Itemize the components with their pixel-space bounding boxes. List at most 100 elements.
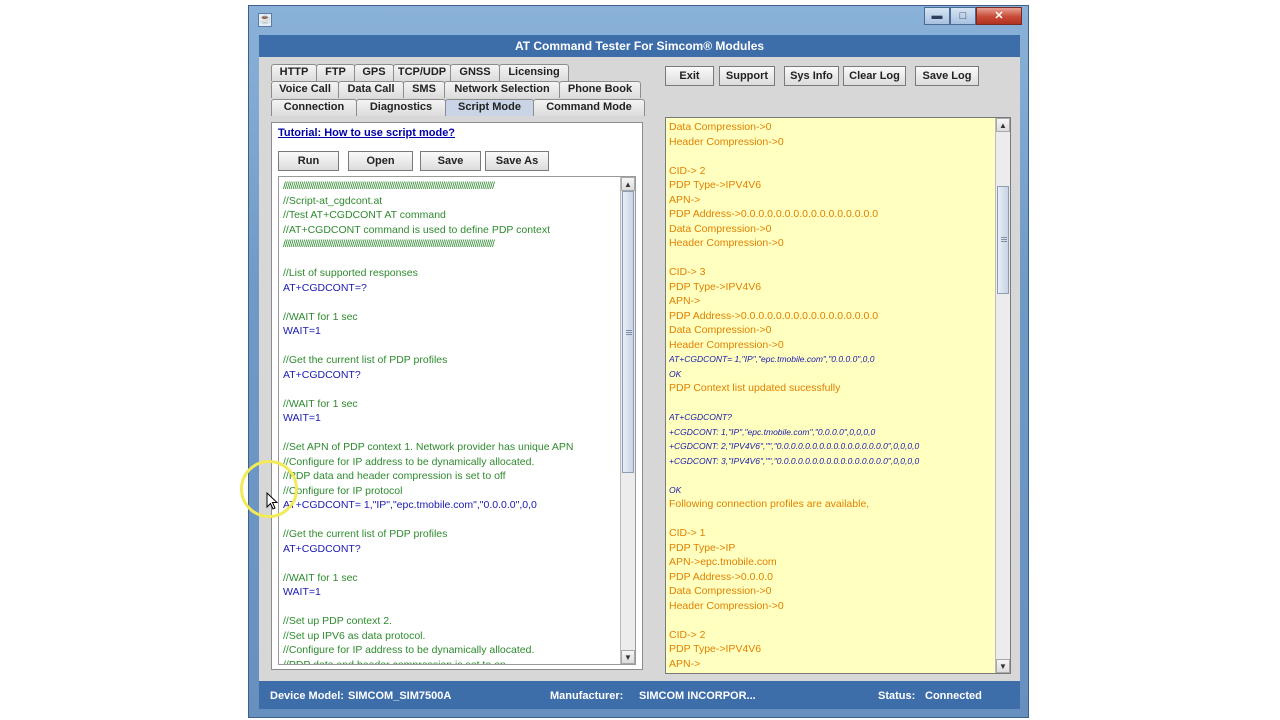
tab-command-mode[interactable]: Command Mode	[533, 99, 645, 116]
script-line: //PDP data and header compression is set…	[283, 470, 506, 482]
script-line: //Configure for IP protocol	[283, 484, 403, 497]
tab-phone-book[interactable]: Phone Book	[559, 81, 641, 98]
log-line: Header Compression->0	[669, 237, 784, 249]
tab-gnss[interactable]: GNSS	[450, 64, 500, 81]
run-button[interactable]: Run	[278, 151, 339, 171]
log-line: CID-> 3	[669, 266, 706, 278]
tab-gps[interactable]: GPS	[354, 64, 394, 81]
open-button[interactable]: Open	[348, 151, 413, 171]
tab-ftp[interactable]: FTP	[316, 64, 355, 81]
log-line: APN->epc.tmobile.com	[669, 556, 777, 568]
exit-button[interactable]: Exit	[665, 66, 714, 86]
tab-http[interactable]: HTTP	[271, 64, 317, 81]
log-line: PDP Address->0.0.0.0.0.0.0.0.0.0.0.0.0.0…	[669, 309, 879, 322]
script-line: AT+CGDCONT=?	[283, 281, 367, 294]
maximize-button[interactable]: □	[950, 7, 976, 25]
tab-network-selection[interactable]: Network Selection	[444, 81, 560, 98]
log-line: OK	[669, 484, 682, 495]
log-line: PDP Address->0.0.0.0.0.0.0.0.0.0.0.0.0.0…	[669, 671, 994, 673]
clear-log-button[interactable]: Clear Log	[843, 66, 906, 86]
status-value: Connected	[925, 690, 982, 702]
script-line	[283, 382, 613, 397]
close-button[interactable]: ✕	[976, 7, 1022, 25]
script-mode-panel: Tutorial: How to use script mode? Run Op…	[271, 122, 643, 670]
script-line: //WAIT for 1 sec	[283, 397, 358, 410]
caption-buttons: ▬ □ ✕	[924, 7, 1022, 25]
log-line: Data Compression->0	[669, 324, 772, 336]
manufacturer-value: SIMCOM INCORPOR...	[639, 690, 756, 702]
script-line: //AT+CGDCONT command is used to define P…	[283, 223, 550, 236]
tutorial-link[interactable]: Tutorial: How to use script mode?	[278, 127, 455, 139]
log-output[interactable]: Data Compression->0 Header Compression->0…	[665, 117, 1011, 674]
log-line: APN->	[669, 657, 701, 670]
tab-row-2: Voice Call Data Call SMS Network Selecti…	[271, 81, 641, 98]
script-line	[283, 426, 613, 441]
script-scrollbar[interactable]: ▲ ▼	[620, 177, 635, 664]
script-editor[interactable]: ////////////////////////////////////////…	[278, 176, 636, 665]
log-line: APN->	[669, 193, 701, 206]
log-line: PDP Type->IPV4V6	[669, 643, 762, 655]
right-panel: Exit Support Sys Info Clear Log Save Log…	[663, 62, 1013, 676]
log-line: Data Compression->0	[669, 222, 772, 235]
script-line: //Configure for IP address to be dynamic…	[283, 644, 535, 656]
script-line: WAIT=1	[283, 325, 321, 337]
status-bar: Device Model: SIMCOM_SIM7500A Manufactur…	[259, 685, 1020, 709]
script-line: //Get the current list of PDP profiles	[283, 354, 448, 366]
scroll-thumb[interactable]	[622, 191, 634, 473]
tab-tcp-udp[interactable]: TCP/UDP	[393, 64, 451, 81]
tab-licensing[interactable]: Licensing	[499, 64, 569, 81]
log-scroll-up-arrow-icon[interactable]: ▲	[996, 118, 1010, 132]
log-line: CID-> 1	[669, 527, 706, 539]
status-label: Status:	[878, 690, 916, 702]
script-line: //Script-at_cgdcont.at	[283, 194, 383, 207]
save-button[interactable]: Save	[420, 151, 481, 171]
main-area: HTTP FTP GPS TCP/UDP GNSS Licensing Voic…	[259, 57, 1020, 681]
script-line	[283, 252, 613, 267]
minimize-button[interactable]: ▬	[924, 7, 950, 25]
log-scroll-thumb[interactable]	[997, 186, 1009, 294]
log-line: PDP Address->0.0.0.0.0.0.0.0.0.0.0.0.0.0…	[669, 208, 879, 220]
script-line	[283, 513, 613, 528]
log-line: AT+CGDCONT= 1,"IP","epc.tmobile.com","0.…	[669, 354, 875, 364]
tab-data-call[interactable]: Data Call	[338, 81, 404, 98]
log-line: Data Compression->0	[669, 585, 772, 597]
log-scrollbar[interactable]: ▲ ▼	[995, 118, 1010, 673]
save-as-button[interactable]: Save As	[485, 151, 549, 171]
script-line: //Set up IPV6 as data protocol.	[283, 629, 426, 642]
script-line: //PDP data and header compression is set…	[283, 658, 506, 665]
device-model-label: Device Model:	[270, 690, 344, 702]
log-line: CID-> 2	[669, 164, 706, 177]
script-line: //Get the current list of PDP profiles	[283, 528, 448, 540]
support-button[interactable]: Support	[719, 66, 775, 86]
tab-voice-call[interactable]: Voice Call	[271, 81, 339, 98]
script-line: //Set APN of PDP context 1. Network prov…	[283, 441, 574, 453]
log-line: CID-> 2	[669, 628, 706, 641]
log-line: +CGDCONT: 1,"IP","epc.tmobile.com","0.0.…	[669, 426, 876, 437]
script-line: //Set up PDP context 2.	[283, 615, 392, 627]
device-model-value: SIMCOM_SIM7500A	[348, 690, 452, 702]
log-lines: Data Compression->0 Header Compression->0…	[669, 120, 994, 673]
tab-sms[interactable]: SMS	[403, 81, 445, 98]
script-line	[283, 295, 613, 310]
scroll-down-arrow-icon[interactable]: ▼	[621, 650, 635, 664]
script-line	[283, 556, 613, 571]
tab-connection[interactable]: Connection	[271, 99, 357, 116]
log-line: Header Compression->0	[669, 135, 784, 148]
tab-row-1: HTTP FTP GPS TCP/UDP GNSS Licensing	[271, 64, 569, 81]
log-line: PDP Address->0.0.0.0	[669, 570, 773, 583]
log-line: PDP Type->IPV4V6	[669, 280, 762, 293]
log-line: PDP Context list updated sucessfully	[669, 382, 841, 394]
tab-script-mode[interactable]: Script Mode	[445, 99, 534, 116]
sys-info-button[interactable]: Sys Info	[784, 66, 839, 86]
log-line: +CGDCONT: 3,"IPV4V6","","0.0.0.0.0.0.0.0…	[669, 455, 920, 466]
log-line: PDP Type->IPV4V6	[669, 179, 762, 191]
log-scroll-down-arrow-icon[interactable]: ▼	[996, 659, 1010, 673]
script-line: //Configure for IP address to be dynamic…	[283, 455, 535, 468]
save-log-button[interactable]: Save Log	[915, 66, 979, 86]
java-app-icon[interactable]: ☕	[258, 13, 272, 27]
scroll-up-arrow-icon[interactable]: ▲	[621, 177, 635, 191]
log-line: Data Compression->0	[669, 121, 772, 133]
tab-diagnostics[interactable]: Diagnostics	[356, 99, 446, 116]
